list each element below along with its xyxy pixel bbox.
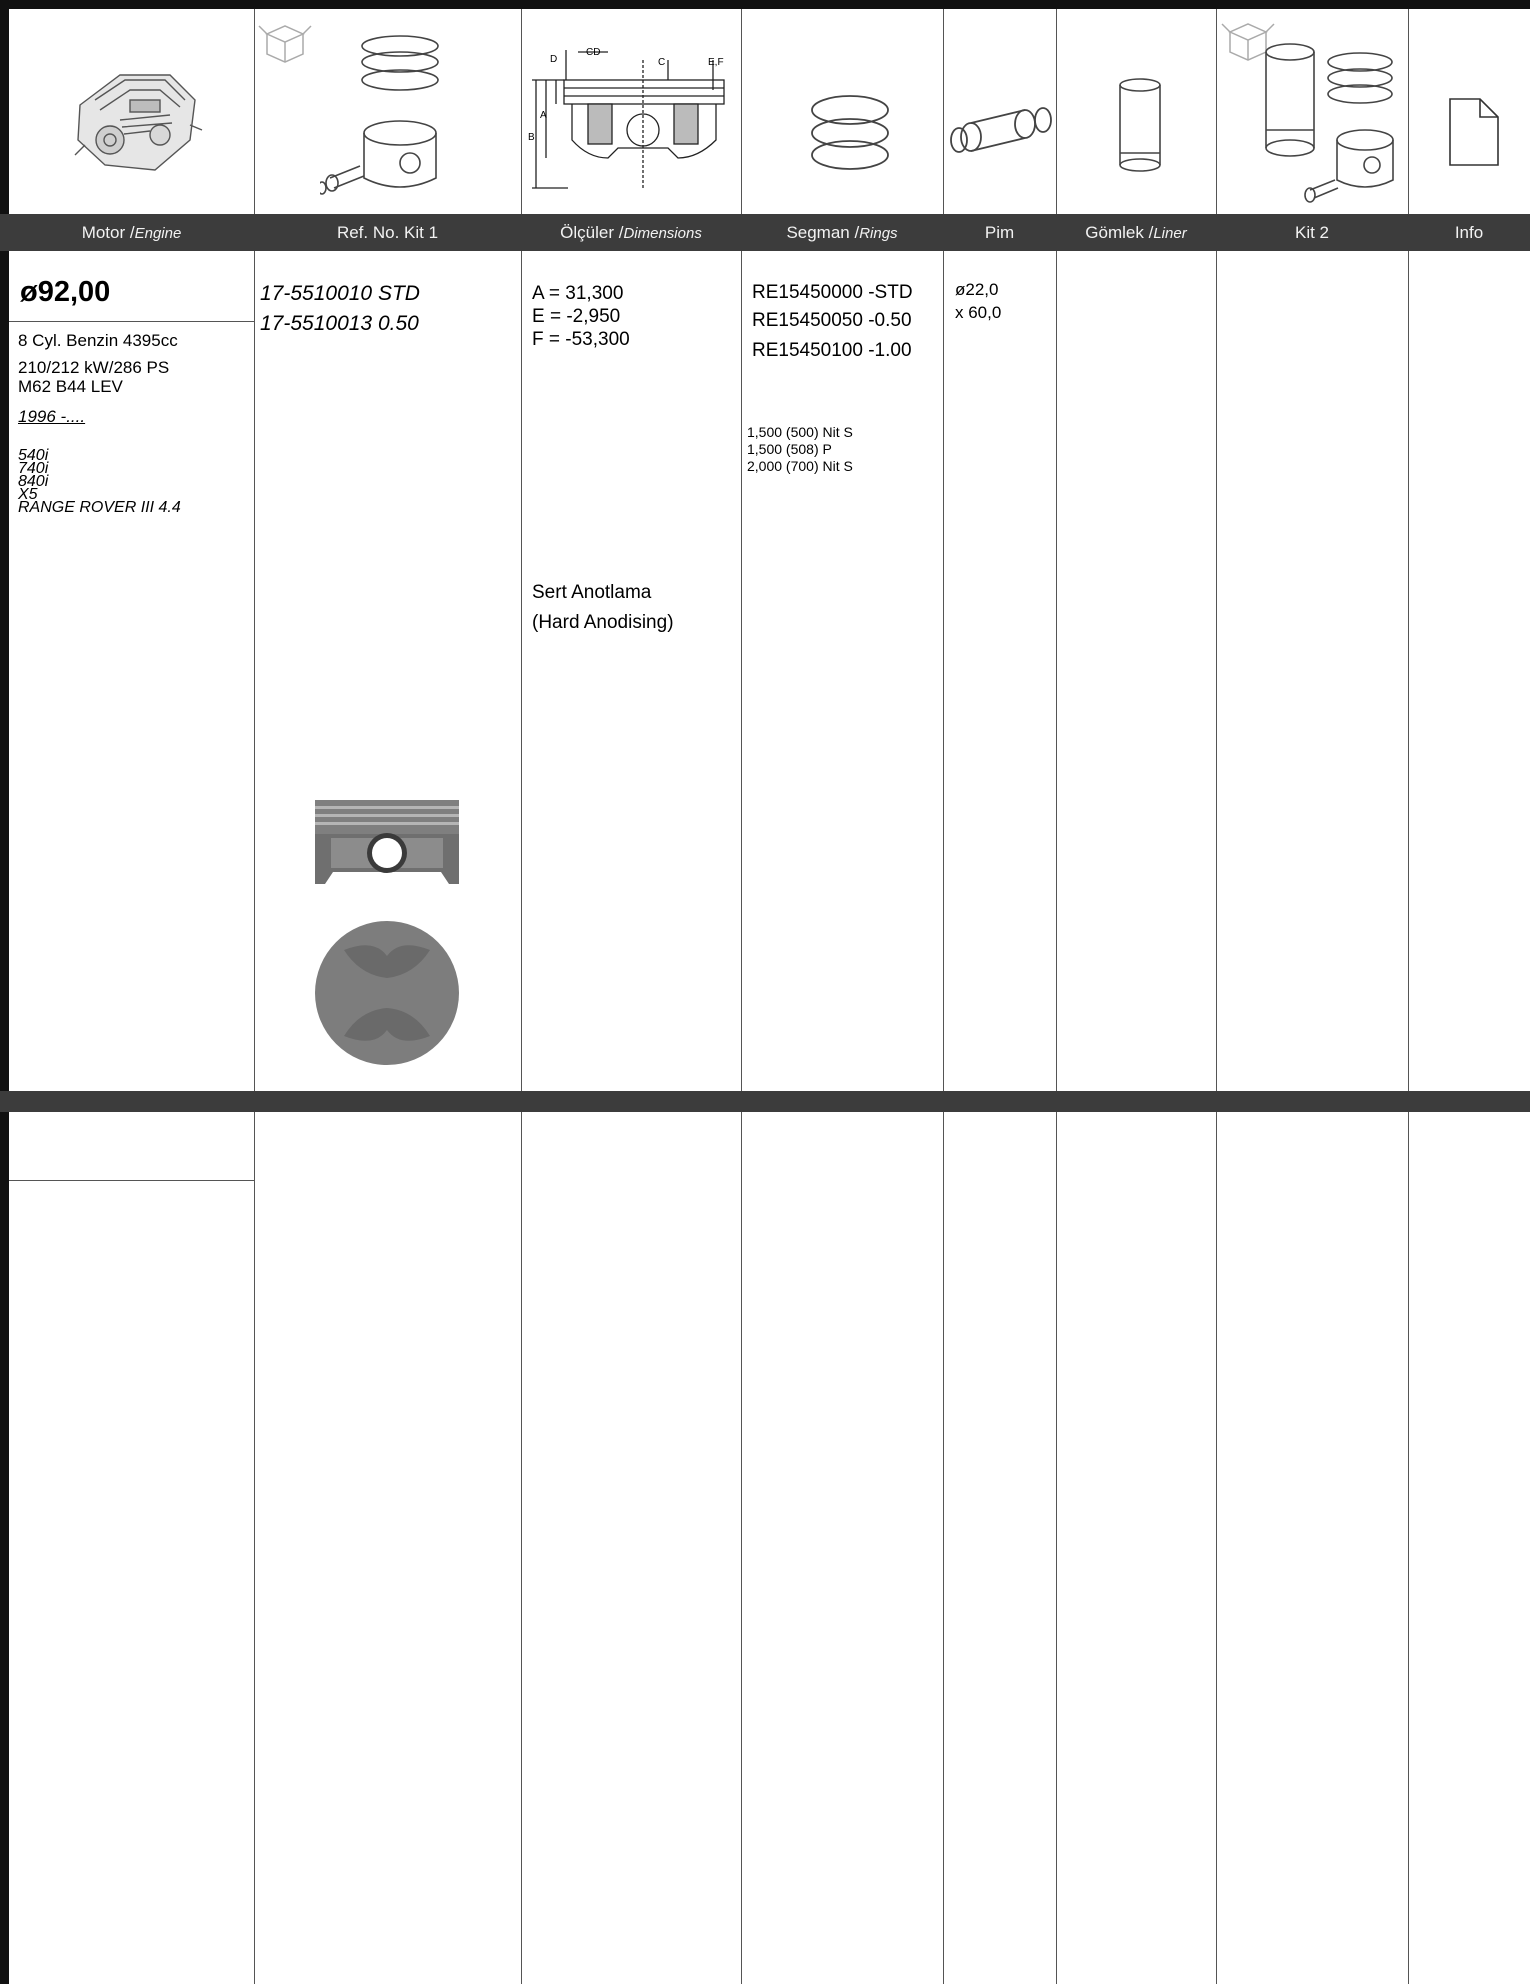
ring-spec-3: 2,000 (700) Nit S [747,458,853,474]
coating-tr: Sert Anotlama [532,582,652,603]
dim-f: F = -53,300 [532,329,630,350]
diagram-label-a: A [540,110,547,121]
diagram-label-b: B [528,132,535,143]
col-divider [1408,9,1409,1984]
ref-050: 17-5510013 0.50 [260,312,419,335]
piston-top-image [315,921,459,1065]
piston-side-image [315,800,459,884]
document-icon [1449,98,1499,166]
full-kit-icon [1265,43,1394,203]
ring-050: RE15450050 -0.50 [752,310,912,331]
header-engine: Motor /Engine [81,223,182,242]
ring-std: RE15450000 -STD [752,282,913,303]
col-divider [521,9,522,1984]
col-divider [1056,9,1057,1984]
coating-en: (Hard Anodising) [532,612,674,633]
col-divider [1216,9,1217,1984]
header-rings: Segman /Rings [786,223,898,242]
header-dimensions: Ölçüler /Dimensions [560,223,702,242]
model-range-rover: RANGE ROVER III 4.4 [18,499,181,516]
engine-divider [9,321,254,322]
ring-spec-1: 1,500 (500) Nit S [747,424,853,440]
bore-size: ø92,00 [20,276,111,308]
ref-std: 17-5510010 STD [260,282,420,305]
top-border [0,0,1530,9]
engine-icon [74,74,203,171]
dim-a: A = 31,300 [532,283,624,304]
pin-diameter: ø22,0 [955,280,999,299]
engine-divider-empty [9,1180,254,1181]
diagram-label-d: D [550,54,557,65]
col-divider [943,9,944,1984]
dim-e: E = -2,950 [532,306,621,327]
row-separator [0,1091,1530,1112]
left-border [0,0,9,1984]
piston-dimension-diagram: D CD C E,F A B [528,47,725,190]
pin-icon [950,107,1052,153]
engine-spec-line3: M62 B44 LEV [18,377,123,396]
liner-icon [1119,78,1161,172]
engine-years: 1996 -.... [18,407,86,426]
col-divider [741,9,742,1984]
engine-spec-line1: 8 Cyl. Benzin 4395cc [18,331,178,350]
box-icon [258,25,312,63]
rings-icon [811,95,889,170]
piston-kit-icon [320,35,439,195]
col-divider [254,9,255,1984]
diagram-label-c: C [658,57,665,68]
ring-100: RE15450100 -1.00 [752,340,912,361]
header-info: Info [1454,223,1484,242]
header-ref-kit1: Ref. No. Kit 1 [336,223,439,242]
diagram-label-ef: E,F [708,57,724,68]
pin-length: x 60,0 [955,303,1002,322]
ring-spec-2: 1,500 (508) P [747,441,832,457]
header-kit2: Kit 2 [1294,223,1330,242]
header-pin: Pim [984,223,1015,242]
header-liner: Gömlek /Liner [1085,223,1187,242]
diagram-label-cd: CD [586,47,600,58]
engine-spec-line2: 210/212 kW/286 PS [18,358,170,377]
